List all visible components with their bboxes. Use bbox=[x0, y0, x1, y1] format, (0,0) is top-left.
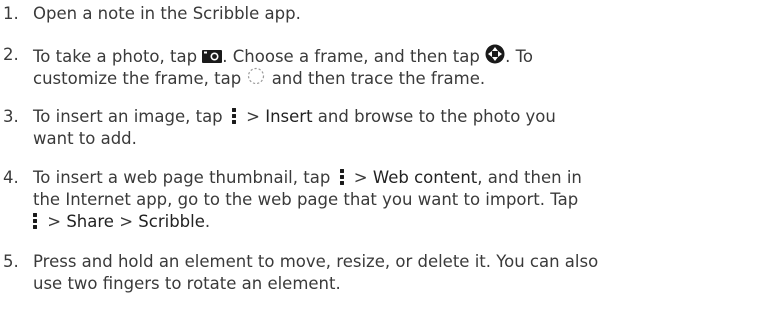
text-fragment: customize the frame, tap bbox=[33, 69, 247, 88]
step-line: To insert an image, tap > Insert and bro… bbox=[33, 106, 761, 128]
text-fragment: > bbox=[348, 168, 373, 187]
text-fragment: > bbox=[42, 212, 67, 231]
step-number: 1. bbox=[3, 4, 19, 23]
web-content-menu-label: Web content bbox=[372, 168, 478, 187]
text-fragment: . To bbox=[505, 47, 533, 66]
step-number: 2. bbox=[3, 45, 19, 64]
more-menu-icon bbox=[231, 108, 236, 124]
text-fragment: and browse to the photo you bbox=[312, 107, 556, 126]
insert-menu-label: Insert bbox=[265, 107, 313, 126]
step-line: customize the frame, tap and then trace … bbox=[33, 66, 761, 88]
more-menu-icon bbox=[33, 213, 37, 229]
instruction-steps: 1. Open a note in the Scribble app. 2. T… bbox=[0, 0, 766, 309]
step-text: To insert an image, tap > Insert and bro… bbox=[33, 106, 761, 150]
step-line: Open a note in the Scribble app. bbox=[33, 4, 301, 23]
step-line: To insert a web page thumbnail, tap > We… bbox=[33, 167, 761, 189]
step-text: To insert a web page thumbnail, tap > We… bbox=[33, 167, 761, 233]
step-text: To take a photo, tap . Choose a frame, a… bbox=[33, 44, 761, 88]
more-menu-icon bbox=[339, 169, 344, 185]
step-number: 5. bbox=[3, 252, 19, 271]
text-fragment: and then trace the frame. bbox=[266, 69, 486, 88]
shutter-icon bbox=[485, 44, 505, 70]
share-menu-label: Share bbox=[66, 212, 114, 231]
step-line: use two fingers to rotate an element. bbox=[33, 274, 341, 293]
step-line: Press and hold an element to move, resiz… bbox=[33, 252, 599, 271]
step-number: 3. bbox=[3, 107, 19, 126]
text-fragment: , and then in bbox=[477, 168, 582, 187]
step-text: Open a note in the Scribble app. bbox=[33, 3, 761, 25]
text-fragment: . Choose a frame, and then tap bbox=[222, 47, 486, 66]
text-fragment: > bbox=[113, 212, 139, 231]
text-fragment: To take a photo, tap bbox=[33, 47, 203, 66]
step-number: 4. bbox=[3, 168, 19, 187]
step-line: > Share > Scribble. bbox=[33, 211, 761, 233]
text-fragment: > bbox=[240, 107, 266, 126]
step-line: want to add. bbox=[33, 129, 137, 148]
lasso-icon bbox=[246, 66, 266, 92]
text-fragment: . bbox=[204, 212, 211, 231]
scribble-menu-label: Scribble bbox=[138, 212, 205, 231]
text-fragment: To insert a web page thumbnail, tap bbox=[33, 168, 336, 187]
step-line: the Internet app, go to the web page tha… bbox=[33, 190, 579, 209]
text-fragment: To insert an image, tap bbox=[33, 107, 228, 126]
step-line: To take a photo, tap . Choose a frame, a… bbox=[33, 44, 761, 66]
step-text: Press and hold an element to move, resiz… bbox=[33, 251, 761, 295]
